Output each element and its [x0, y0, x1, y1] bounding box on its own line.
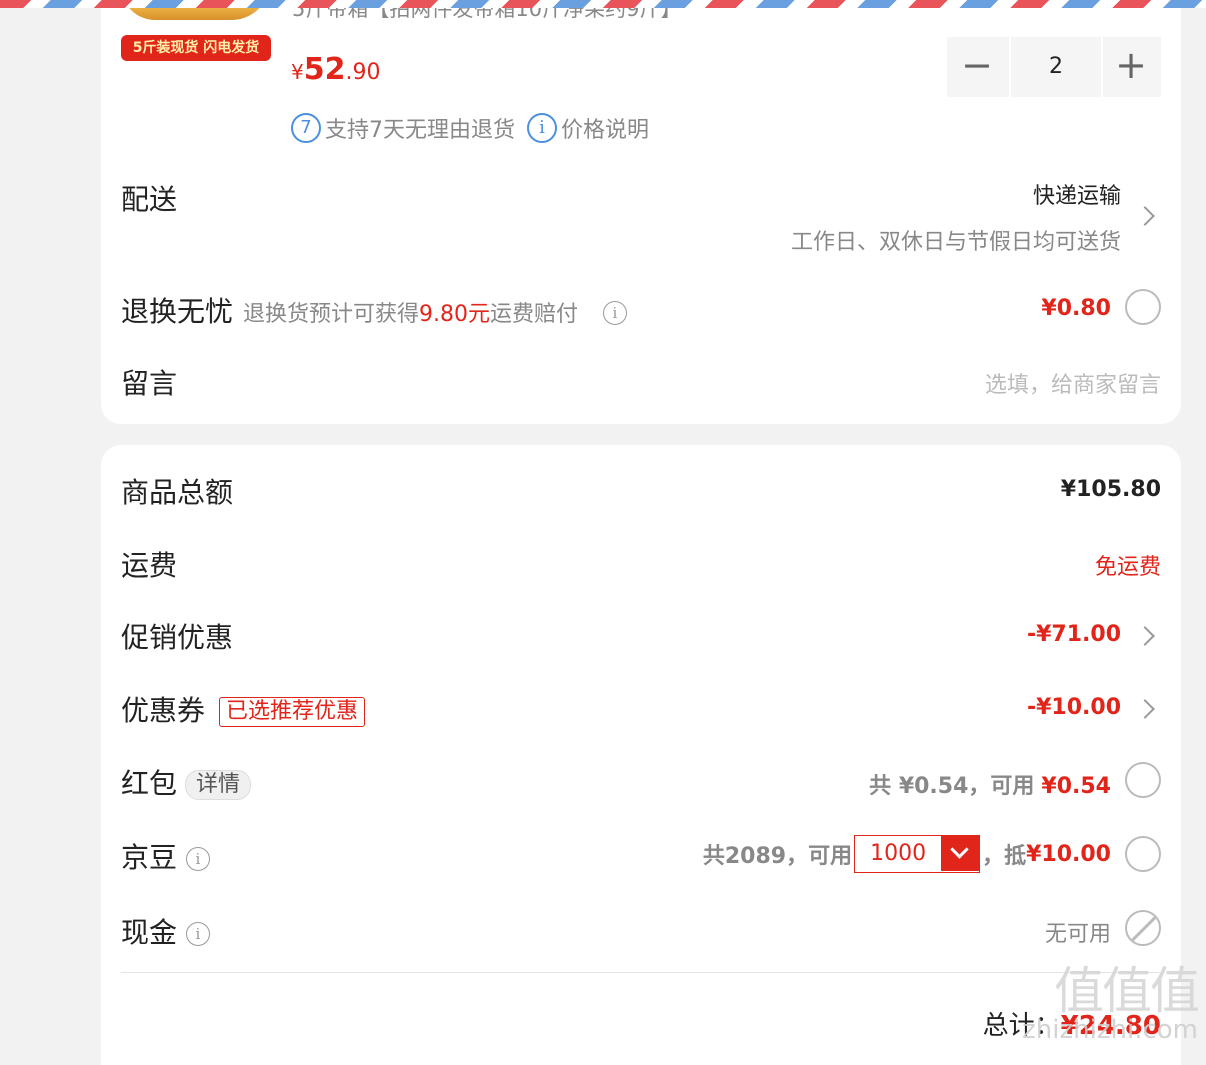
watermark-logo: 值值值 zhizhizhi.com	[1022, 962, 1200, 1045]
cash-row: 现金 i	[121, 911, 210, 951]
beans-deduct-value: ¥10.00	[1026, 841, 1111, 867]
return-insurance-label: 退换无忧	[121, 295, 234, 328]
cash-value: 无可用	[1044, 922, 1111, 947]
beans-radio[interactable]	[1125, 836, 1161, 872]
desc-suffix: 运费赔付	[490, 302, 579, 327]
price-decimal: .90	[345, 60, 381, 85]
shipping-value: 免运费	[1094, 555, 1161, 580]
seven-day-icon: 7	[291, 113, 321, 143]
return-policy-text[interactable]: 支持7天无理由退货	[325, 112, 515, 144]
goods-total-label: 商品总额	[121, 476, 234, 509]
redpacket-info: 共 ¥0.54，可用 ¥0.54	[869, 768, 1111, 800]
airmail-border	[0, 0, 1206, 8]
coupon-row: 优惠券 已选推荐优惠	[121, 689, 366, 729]
price-integer: 52	[303, 52, 346, 87]
redpacket-row: 红包 详情	[121, 762, 252, 802]
delivery-label: 配送	[121, 183, 178, 216]
coupon-label: 优惠券	[121, 694, 206, 727]
promo-label: 促销优惠	[121, 621, 234, 654]
return-insurance-row: 退换无忧 退换货预计可获得9.80元运费赔付 i	[121, 290, 627, 330]
beans-info: 共2089，可用 1000 ，抵 ¥10.00	[703, 835, 1111, 873]
beans-deduct-prefix: ，抵	[982, 844, 1027, 869]
delivery-method[interactable]: 快递运输	[1033, 178, 1121, 210]
product-price: ¥52.90	[291, 52, 380, 87]
order-item-card: 5斤装现货 闪电发货 5斤带箱【拍两件发带箱10斤净果约9斤】 ¥52.90 −…	[101, 0, 1181, 424]
desc-prefix: 退换货预计可获得	[243, 302, 420, 327]
info-icon[interactable]: i	[602, 301, 627, 325]
decrease-button[interactable]: −	[947, 37, 1007, 97]
cash-label: 现金	[121, 916, 178, 949]
beans-select[interactable]: 1000	[854, 835, 981, 873]
return-insurance-price: ¥0.80	[1041, 296, 1111, 321]
info-icon[interactable]: i	[185, 922, 210, 946]
disabled-icon	[1125, 910, 1161, 946]
divider	[121, 972, 1161, 973]
product-thumbnail[interactable]: 5斤装现货 闪电发货	[121, 0, 271, 62]
redpacket-total: 共 ¥0.54，可用	[869, 774, 1035, 799]
watermark-small: zhizhizhi.com	[1022, 1015, 1198, 1045]
return-insurance-radio[interactable]	[1125, 289, 1161, 325]
service-row: 7 支持7天无理由退货 i 价格说明	[291, 112, 649, 144]
beans-label: 京豆	[121, 841, 178, 874]
message-label: 留言	[121, 367, 178, 400]
increase-button[interactable]: +	[1101, 37, 1161, 97]
watermark-big: 值值值	[1054, 962, 1200, 1020]
redpacket-details-button[interactable]: 详情	[185, 770, 252, 800]
quantity-stepper: − 2 +	[947, 37, 1161, 97]
coupon-chevron-icon[interactable]	[1135, 699, 1155, 719]
beans-total: 共2089，可用	[702, 844, 853, 869]
chevron-down-icon[interactable]	[941, 836, 980, 871]
coupon-value[interactable]: -¥10.00	[1027, 695, 1121, 720]
delivery-note: 工作日、双休日与节假日均可送货	[790, 230, 1121, 255]
info-icon[interactable]: i	[185, 847, 210, 871]
quantity-input[interactable]: 2	[1009, 37, 1103, 97]
info-icon: i	[527, 113, 557, 143]
coupon-tag[interactable]: 已选推荐优惠	[219, 697, 366, 727]
message-input[interactable]: 选填，给商家留言	[985, 367, 1161, 399]
price-note-link[interactable]: 价格说明	[561, 112, 649, 144]
beans-select-value: 1000	[870, 841, 927, 866]
desc-amount: 9.80元	[419, 302, 491, 327]
return-insurance-desc: 退换货预计可获得9.80元运费赔付	[243, 302, 578, 327]
order-summary-card: 商品总额 ¥105.80 运费 免运费 促销优惠 -¥71.00 优惠券 已选推荐…	[101, 445, 1181, 1065]
price-symbol: ¥	[291, 60, 304, 84]
redpacket-available: ¥0.54	[1041, 774, 1111, 799]
beans-row: 京豆 i	[121, 836, 210, 876]
shipping-label: 运费	[121, 549, 178, 582]
redpacket-label: 红包	[121, 767, 178, 800]
redpacket-radio[interactable]	[1125, 762, 1161, 798]
promo-value[interactable]: -¥71.00	[1027, 622, 1121, 647]
delivery-chevron-icon[interactable]	[1135, 206, 1155, 226]
promo-chevron-icon[interactable]	[1135, 626, 1155, 646]
goods-total-value: ¥105.80	[1060, 477, 1161, 502]
product-badge: 5斤装现货 闪电发货	[121, 35, 271, 61]
